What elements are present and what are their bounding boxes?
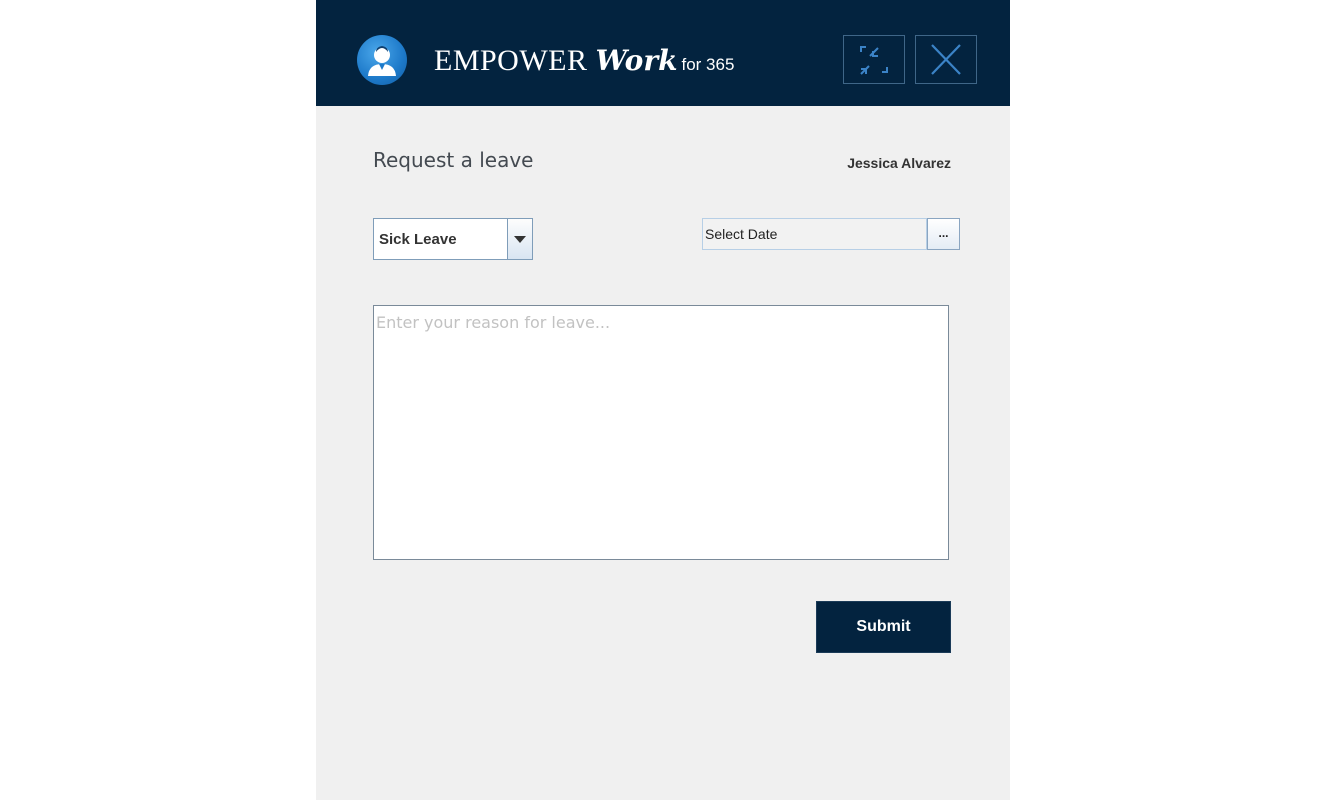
leave-request-window: EMPOWER Work for 365 Request a leave Jes… — [316, 0, 1010, 800]
page-title: Request a leave — [373, 148, 534, 172]
close-button[interactable] — [915, 35, 977, 84]
restore-collapse-icon — [860, 46, 888, 75]
app-header: EMPOWER Work for 365 — [316, 0, 1010, 106]
reason-textarea[interactable]: Enter your reason for leave... — [373, 305, 949, 560]
date-input[interactable]: Select Date — [702, 218, 927, 250]
app-brand: EMPOWER Work for 365 — [434, 44, 734, 84]
reason-placeholder: Enter your reason for leave... — [376, 313, 611, 332]
brand-main-text: EMPOWER — [434, 44, 588, 77]
leave-type-dropdown[interactable]: Sick Leave — [373, 218, 533, 260]
restore-button[interactable] — [843, 35, 905, 84]
brand-work-text: Work — [595, 44, 678, 77]
date-picker-button[interactable]: ... — [927, 218, 960, 250]
leave-type-value: Sick Leave — [379, 231, 457, 248]
close-icon — [931, 44, 961, 75]
user-avatar-icon — [357, 35, 407, 85]
brand-sub-text: for 365 — [681, 55, 735, 74]
submit-button[interactable]: Submit — [816, 601, 951, 653]
date-value: Select Date — [705, 226, 778, 242]
chevron-down-icon[interactable] — [507, 219, 532, 259]
user-name: Jessica Alvarez — [847, 155, 951, 171]
